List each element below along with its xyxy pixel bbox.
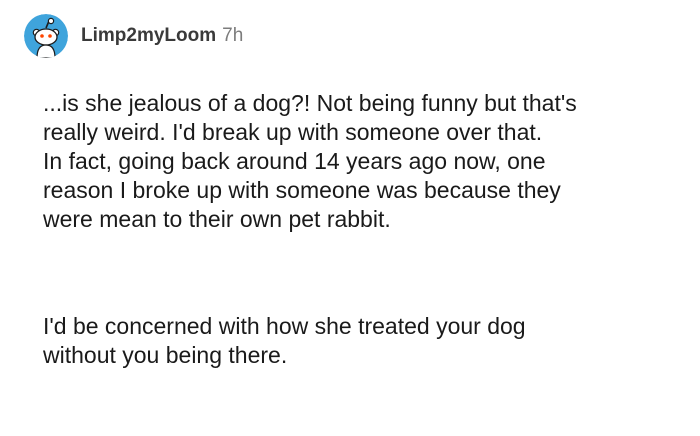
comment-text-line: without you being there. — [43, 342, 288, 368]
comment-paragraph-1: ...is she jealous of a dog?! Not being f… — [43, 89, 683, 234]
comment-text-line: I'd be concerned with how she treated yo… — [43, 313, 526, 339]
comment-text-line: were mean to their own pet rabbit. — [43, 206, 391, 232]
comment-header: Limp2myLoom 7h — [24, 14, 243, 58]
comment-text-line: really weird. I'd break up with someone … — [43, 119, 543, 145]
comment-paragraph-2: I'd be concerned with how she treated yo… — [43, 312, 683, 370]
comment-meta: Limp2myLoom 7h — [81, 25, 243, 47]
comment-text-line: reason I broke up with someone was becau… — [43, 177, 561, 203]
comment-timestamp: 7h — [222, 25, 244, 46]
comment-text-line: In fact, going back around 14 years ago … — [43, 148, 546, 174]
username-link[interactable]: Limp2myLoom — [81, 25, 216, 47]
comment-text-line: ...is she jealous of a dog?! Not being f… — [43, 90, 577, 116]
comment-card: Limp2myLoom 7h ...is she jealous of a do… — [0, 0, 700, 436]
reddit-snoo-avatar-icon[interactable] — [24, 14, 68, 58]
